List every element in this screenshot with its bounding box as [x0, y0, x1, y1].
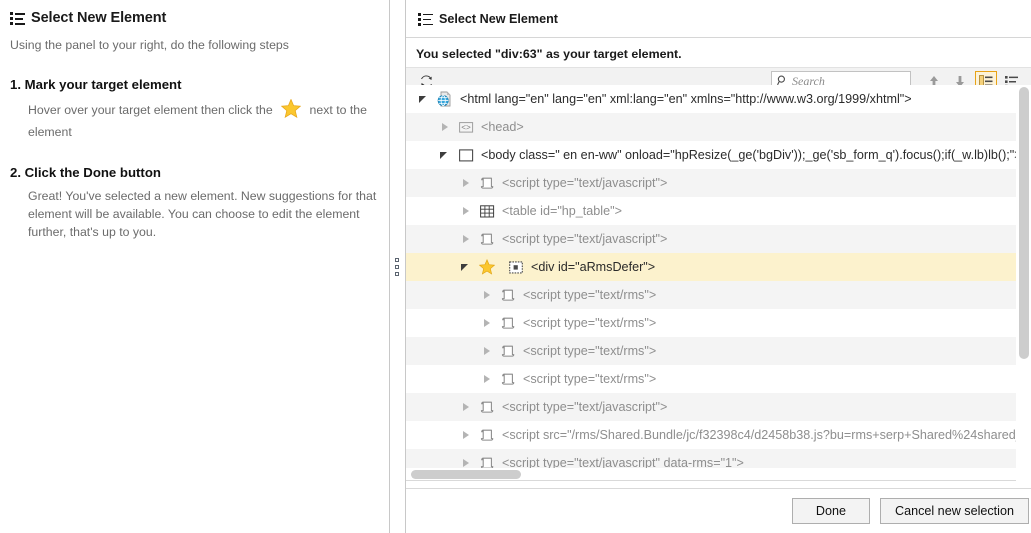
tree-row-label: <script type="text/rms">: [523, 344, 657, 358]
select-new-element-dialog: Select New Element Using the panel to yo…: [0, 0, 1031, 533]
tree-row-label: <html lang="en" lang="en" xml:lang="en" …: [460, 92, 912, 106]
script-icon: [479, 399, 495, 415]
dom-tree-panel: Select New Element You selected "div:63"…: [406, 0, 1031, 533]
panel-splitter[interactable]: [390, 0, 406, 533]
step-2-heading: 2. Click the Done button: [10, 164, 161, 180]
page-title: Select New Element: [31, 10, 167, 26]
code-tag-icon: <>: [458, 119, 474, 135]
dom-panel-header: Select New Element: [406, 0, 1031, 38]
step-1-heading: 1. Mark your target element: [10, 77, 182, 93]
script-icon: [479, 231, 495, 247]
tree-row[interactable]: <script type="text/rms">: [406, 365, 1031, 393]
dialog-footer: Done Cancel new selection: [406, 488, 1031, 533]
vertical-scroll-thumb[interactable]: [1019, 87, 1029, 359]
tree-row[interactable]: <div id="aRmsDefer">: [406, 253, 1031, 281]
svg-text:<>: <>: [461, 124, 471, 133]
instructions-subtitle: Using the panel to your right, do the fo…: [10, 38, 289, 52]
tree-row-label: <head>: [481, 120, 524, 134]
tree-row-label: <table id="hp_table">: [502, 204, 622, 218]
instructions-title-row: Select New Element: [10, 10, 377, 26]
chevron-right-icon[interactable]: [481, 373, 494, 386]
star-icon: [479, 258, 495, 275]
done-button[interactable]: Done: [791, 498, 870, 524]
cancel-new-selection-button[interactable]: Cancel new selection: [879, 498, 1029, 524]
tree-row[interactable]: <table id="hp_table">: [406, 197, 1031, 225]
tree-row[interactable]: <script type="text/rms">: [406, 281, 1031, 309]
tree-row-label: <script type="text/javascript">: [502, 232, 668, 246]
tree-row-label: <script type="text/rms">: [523, 372, 657, 386]
resize-grip-icon[interactable]: [395, 258, 400, 279]
chevron-right-icon[interactable]: [460, 429, 473, 442]
tree-row[interactable]: <script type="text/javascript">: [406, 393, 1031, 421]
tree-row[interactable]: <script src="/rms/Shared.Bundle/jc/f3239…: [406, 421, 1031, 449]
chevron-right-icon[interactable]: [481, 317, 494, 330]
tree-row[interactable]: <script type="text/rms">: [406, 309, 1031, 337]
tree-row[interactable]: <script type="text/rms">: [406, 337, 1031, 365]
chevron-right-icon[interactable]: [460, 233, 473, 246]
table-icon: [479, 203, 495, 219]
step-1-text-before: Hover over your target element then clic…: [28, 103, 273, 118]
bullet-list-icon: [418, 12, 433, 26]
dom-tree-vertical-scrollbar[interactable]: [1016, 85, 1031, 473]
horizontal-scroll-thumb[interactable]: [411, 470, 521, 479]
chevron-right-icon[interactable]: [439, 121, 452, 134]
chevron-right-icon[interactable]: [460, 177, 473, 190]
script-icon: [500, 343, 516, 359]
body-box-icon: [458, 147, 474, 163]
step-2-body: Great! You've selected a new element. Ne…: [28, 188, 377, 239]
chevron-right-icon[interactable]: [481, 289, 494, 302]
chevron-right-icon[interactable]: [460, 205, 473, 218]
script-icon: [500, 371, 516, 387]
tree-row-label: <div id="aRmsDefer">: [531, 260, 656, 274]
tree-row-label: <script type="text/javascript">: [502, 176, 668, 190]
tree-row-label: <script type="text/javascript">: [502, 400, 668, 414]
html-page-icon: [437, 91, 453, 107]
tree-row-label: <script type="text/rms">: [523, 288, 657, 302]
tree-row[interactable]: <script type="text/javascript">: [406, 225, 1031, 253]
tree-row[interactable]: <> <head>: [406, 113, 1031, 141]
step-1-body: Hover over your target element then clic…: [28, 98, 377, 141]
chevron-down-icon[interactable]: [460, 261, 473, 274]
script-icon: [479, 175, 495, 191]
dom-tree[interactable]: <html lang="en" lang="en" xml:lang="en" …: [406, 85, 1031, 473]
star-icon: [280, 98, 302, 123]
instructions-panel: Select New Element Using the panel to yo…: [0, 0, 390, 533]
script-icon: [500, 287, 516, 303]
div-box-icon: [508, 259, 524, 275]
selection-status-message: You selected "div:63" as your target ele…: [416, 47, 682, 61]
bullet-list-icon: [10, 11, 25, 25]
dom-panel-title: Select New Element: [439, 11, 558, 26]
tree-row-label: <body class=" en en-ww" onload="hpResize…: [481, 148, 1017, 162]
tree-row-label: <script type="text/rms">: [523, 316, 657, 330]
dom-tree-rows: <html lang="en" lang="en" xml:lang="en" …: [406, 85, 1031, 473]
tree-row[interactable]: <script type="text/javascript">: [406, 169, 1031, 197]
script-icon: [479, 427, 495, 443]
chevron-down-icon[interactable]: [418, 93, 431, 106]
chevron-down-icon[interactable]: [439, 149, 452, 162]
tree-row-label: <script src="/rms/Shared.Bundle/jc/f3239…: [502, 428, 1017, 442]
dom-tree-horizontal-scrollbar[interactable]: [406, 468, 1016, 481]
chevron-right-icon[interactable]: [460, 401, 473, 414]
chevron-right-icon[interactable]: [481, 345, 494, 358]
script-icon: [500, 315, 516, 331]
tree-row[interactable]: <html lang="en" lang="en" xml:lang="en" …: [406, 85, 1031, 113]
tree-row[interactable]: <body class=" en en-ww" onload="hpResize…: [406, 141, 1031, 169]
